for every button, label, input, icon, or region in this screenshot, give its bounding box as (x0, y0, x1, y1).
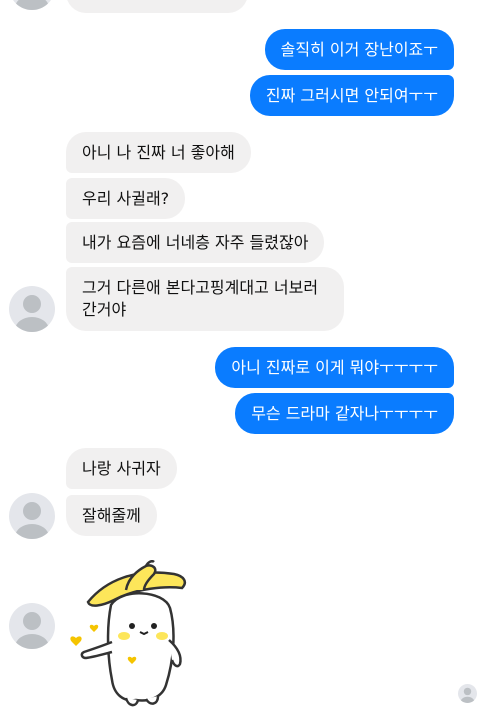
message-bubble-outgoing[interactable]: 무슨 드라마 같자나ㅜㅜㅜㅜ (235, 393, 454, 434)
message-bubble-outgoing[interactable]: 아니 진짜로 이게 뭐야ㅜㅜㅜㅜ (215, 347, 454, 388)
seen-avatar-icon (458, 684, 477, 703)
message-bubble-outgoing[interactable]: 진짜 그러시면 안되여ㅜㅜ (249, 75, 454, 116)
banana-hat-ghost-sticker[interactable] (66, 559, 196, 710)
avatar[interactable] (9, 0, 55, 10)
message-bubble-incoming[interactable]: 그거 다른애 본다고핑계대고 너보러 간거야 (66, 267, 344, 331)
avatar[interactable] (9, 603, 55, 649)
message-bubble-incoming[interactable]: 잘해줄께 (66, 495, 157, 536)
avatar[interactable] (9, 286, 55, 332)
message-bubble-outgoing[interactable]: 솔직히 이거 장난이죠ㅜ (264, 29, 454, 70)
message-bubble-incoming[interactable]: 나랑 사귀자 (66, 448, 177, 489)
message-bubble-incoming[interactable]: 내가 요즘에 너네층 자주 들렸잖아 (66, 222, 325, 263)
message-line: 간거야 (82, 300, 127, 319)
avatar[interactable] (9, 493, 55, 539)
message-bubble-incoming-cutoff[interactable] (66, 0, 248, 13)
message-bubble-incoming[interactable]: 아니 나 진짜 너 좋아해 (66, 132, 251, 173)
message-line: 그거 다른애 본다고핑계대고 너보러 (82, 278, 319, 297)
message-bubble-incoming[interactable]: 우리 사귈래? (66, 178, 186, 219)
